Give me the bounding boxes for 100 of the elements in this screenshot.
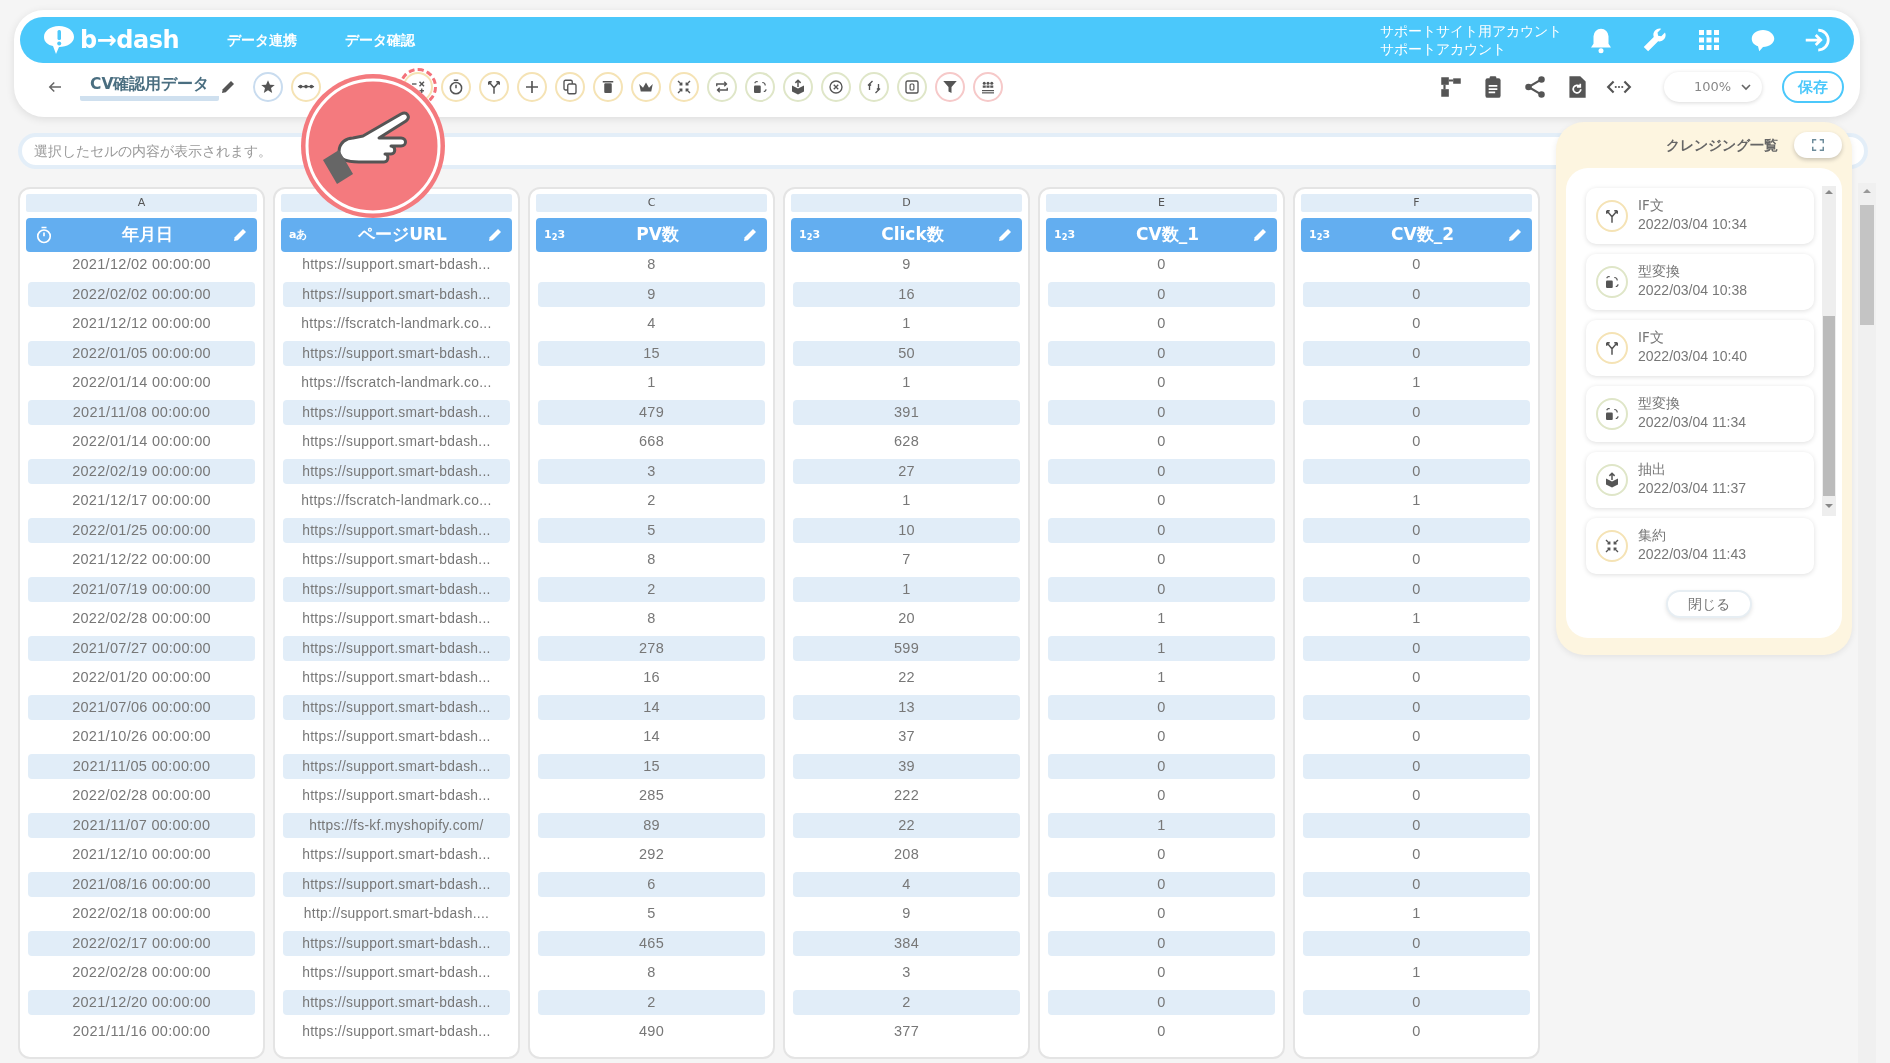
column-name: ページURL [357, 223, 448, 247]
table-cell: 0 [1303, 458, 1530, 484]
column-letter[interactable]: C [536, 194, 767, 212]
table-cell: 10 [793, 517, 1020, 543]
scrollbar[interactable] [1822, 186, 1836, 516]
table-cell-text: 0 [1411, 668, 1422, 687]
type-label: aあ [289, 226, 309, 243]
table-cell-text: 2021/10/26 00:00:00 [71, 727, 212, 746]
step-name: 型変換 [1638, 263, 1681, 280]
table-cell-text: 14 [642, 727, 661, 746]
table-cell: 14 [538, 694, 765, 720]
history-item[interactable]: 抽出 2022/03/04 11:37 [1586, 452, 1814, 508]
table-cell: 0 [1303, 281, 1530, 307]
column-letter[interactable]: E [1046, 194, 1277, 212]
box-upload-tool[interactable] [783, 72, 814, 102]
table-cell: 15 [538, 753, 765, 779]
table-cell-text: 5 [646, 904, 657, 923]
table-cell-text: 0 [1156, 550, 1167, 569]
table-cell-text: 0 [1411, 314, 1422, 333]
table-cell-text: 1 [1156, 668, 1167, 687]
table-cell: https://support.smart-bdash... [283, 576, 510, 602]
table-cell: 13 [793, 694, 1020, 720]
square-frame-tool[interactable] [897, 72, 928, 102]
table-cell: https://support.smart-bdash... [283, 399, 510, 425]
plus-tool[interactable] [517, 72, 548, 102]
table-cell: https://support.smart-bdash... [283, 517, 510, 543]
step-name: 集約 [1638, 527, 1667, 544]
history-item[interactable]: IF文 2022/03/04 10:40 [1586, 320, 1814, 376]
branch-arrow-tool[interactable] [479, 72, 510, 102]
table-cell-text: 2021/12/17 00:00:00 [71, 491, 212, 510]
table-cell-text: https://support.smart-bdash... [301, 846, 492, 864]
flow-chart-icon[interactable] [1438, 74, 1464, 100]
close-button[interactable]: 閉じる [1666, 590, 1752, 618]
table-cell: 22 [793, 812, 1020, 838]
table-cell: 2 [538, 989, 765, 1015]
table-cell-text: 2022/01/14 00:00:00 [71, 373, 212, 392]
table-cell: 2022/01/05 00:00:00 [28, 340, 255, 366]
share-icon[interactable] [1522, 74, 1548, 100]
table-cell: 50 [793, 340, 1020, 366]
table-cell-text: 0 [1156, 786, 1167, 805]
table-cell-text: 292 [637, 845, 666, 864]
table-cell-text: 2022/02/28 00:00:00 [71, 963, 212, 982]
table-cell: 0 [1303, 812, 1530, 838]
column-letter[interactable]: A [26, 194, 257, 212]
step-name: 型変換 [1638, 395, 1681, 412]
swap-arrows-tool[interactable] [859, 72, 890, 102]
type-convert-tool[interactable] [745, 72, 776, 102]
table-cell-text: 0 [1156, 373, 1167, 392]
column-letter[interactable]: F [1301, 194, 1532, 212]
dataset-title: CV確認用データ [80, 72, 220, 102]
history-item[interactable]: 型変換 2022/03/04 10:38 [1586, 254, 1814, 310]
table-cell: 384 [793, 930, 1020, 956]
table-cell: 2022/02/19 00:00:00 [28, 458, 255, 484]
step-name: IF文 [1638, 197, 1665, 214]
copy-tool[interactable] [555, 72, 586, 102]
table-cell-text: 2022/01/20 00:00:00 [71, 668, 212, 687]
close-circle-tool[interactable] [821, 72, 852, 102]
table-cell: 27 [793, 458, 1020, 484]
column-letter[interactable]: D [791, 194, 1022, 212]
table-cell-text: 1 [901, 314, 912, 333]
zoom-select[interactable]: 100% [1664, 72, 1762, 102]
table-cell: 2021/12/20 00:00:00 [28, 989, 255, 1015]
table-cell: 1 [1048, 812, 1275, 838]
panel-title: クレンジング一覧 [1666, 135, 1778, 155]
table-cell: 599 [793, 635, 1020, 661]
crown-tool[interactable] [631, 72, 662, 102]
dots-tool[interactable] [291, 72, 322, 102]
table-cell: 0 [1048, 399, 1275, 425]
table-cell-text: 2021/11/16 00:00:00 [71, 1022, 212, 1041]
column-name: 年月日 [121, 223, 174, 247]
compress-arrows-tool[interactable] [669, 72, 700, 102]
table-cell-text: 2021/12/10 00:00:00 [71, 845, 212, 864]
star-tool[interactable] [253, 72, 284, 102]
table-cell-text: https://fscratch-landmark.co... [300, 492, 493, 510]
table-cell: https://support.smart-bdash... [283, 635, 510, 661]
table-cell: 278 [538, 635, 765, 661]
table-cell: 39 [793, 753, 1020, 779]
table-cell-text: 0 [1411, 255, 1422, 274]
table-cell: 0 [1303, 753, 1530, 779]
history-item[interactable]: 集約 2022/03/04 11:43 [1586, 518, 1814, 574]
trash-tool[interactable] [593, 72, 624, 102]
table-cell-text: 9 [901, 904, 912, 923]
table-cell-text: 3 [901, 963, 912, 982]
table-cell-text: 1 [646, 373, 657, 392]
expand-button[interactable] [1794, 132, 1842, 158]
step-time: 2022/03/04 10:38 [1638, 280, 1747, 300]
table-cell-text: 1 [1411, 963, 1422, 982]
history-item[interactable]: 型変換 2022/03/04 11:34 [1586, 386, 1814, 442]
group-tool[interactable] [973, 72, 1004, 102]
table-cell-text: https://support.smart-bdash... [301, 669, 492, 687]
table-cell-text: 628 [892, 432, 921, 451]
table-cell: 2021/07/19 00:00:00 [28, 576, 255, 602]
repeat-tool[interactable] [707, 72, 738, 102]
table-cell: 9 [538, 281, 765, 307]
history-item[interactable]: IF文 2022/03/04 10:34 [1586, 188, 1814, 244]
table-cell-text: 0 [1411, 727, 1422, 746]
filter-tool[interactable] [935, 72, 966, 102]
table-cell: 4 [793, 871, 1020, 897]
table-cell-text: http://support.smart-bdash.... [302, 905, 491, 923]
stopwatch-tool[interactable] [441, 72, 472, 102]
